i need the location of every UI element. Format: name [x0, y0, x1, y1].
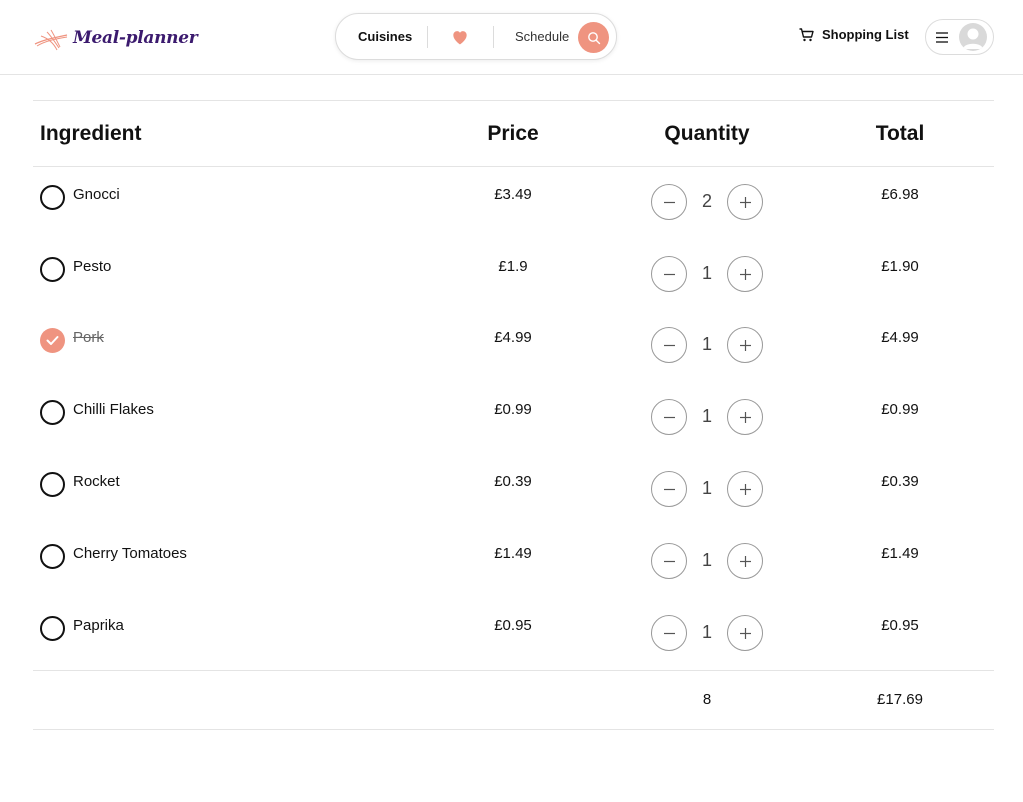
decrease-quantity-button[interactable] [651, 184, 687, 220]
minus-icon [663, 273, 675, 275]
search-bar: Cuisines Schedule [335, 13, 617, 60]
ingredient-name: Cherry Tomatoes [73, 545, 187, 562]
ingredient-price: £1.9 [498, 258, 528, 275]
item-checkbox[interactable] [40, 544, 65, 569]
line-total: £1.49 [881, 545, 919, 562]
search-icon [587, 31, 600, 44]
minus-icon [663, 344, 675, 346]
ingredient-name: Rocket [73, 473, 120, 490]
quantity-value: 1 [701, 622, 712, 642]
table-row: Cherry Tomatoes £1.49 1 £1.49 [33, 526, 994, 598]
plus-icon [739, 196, 751, 208]
minus-icon [663, 560, 675, 562]
ingredient-name: Chilli Flakes [73, 401, 154, 418]
divider [493, 26, 494, 48]
summary-row: 8 £17.69 [33, 670, 994, 730]
column-header-price: Price [487, 121, 539, 145]
item-checkbox[interactable] [40, 185, 65, 210]
table-row: Rocket £0.39 1 £0.39 [33, 454, 994, 526]
ingredient-name: Gnocci [73, 186, 120, 203]
ingredient-price: £0.99 [494, 401, 532, 418]
divider [427, 26, 428, 48]
line-total: £1.90 [881, 258, 919, 275]
minus-icon [663, 632, 675, 634]
decrease-quantity-button[interactable] [651, 543, 687, 579]
line-total: £0.39 [881, 473, 919, 490]
heart-icon [453, 31, 467, 45]
logo-text: Meal-planner [73, 28, 198, 48]
table-row: Pork £4.99 1 £4.99 [33, 310, 994, 382]
ingredient-name: Pork [73, 329, 104, 346]
grand-total: £17.69 [877, 691, 923, 708]
increase-quantity-button[interactable] [727, 184, 763, 220]
decrease-quantity-button[interactable] [651, 471, 687, 507]
table-row: Chilli Flakes £0.99 1 £0.99 [33, 382, 994, 454]
minus-icon [663, 416, 675, 418]
logo[interactable]: Meal-planner [33, 22, 198, 54]
plus-icon [739, 268, 751, 280]
plus-icon [739, 627, 751, 639]
line-total: £0.95 [881, 617, 919, 634]
quantity-value: 2 [701, 191, 712, 211]
search-button[interactable] [578, 22, 609, 53]
ingredient-price: £1.49 [494, 545, 532, 562]
column-header-quantity: Quantity [664, 121, 750, 145]
decrease-quantity-button[interactable] [651, 615, 687, 651]
cuisines-button[interactable]: Cuisines [358, 14, 412, 59]
quantity-value: 1 [701, 478, 712, 498]
shopping-list-label: Shopping List [822, 27, 909, 42]
ingredient-name: Pesto [73, 258, 112, 275]
total-quantity: 8 [702, 691, 712, 708]
hamburger-icon [936, 32, 948, 43]
line-total: £0.99 [881, 401, 919, 418]
decrease-quantity-button[interactable] [651, 256, 687, 292]
avatar [959, 23, 987, 51]
ingredient-price: £4.99 [494, 329, 532, 346]
table-row: Pesto £1.9 1 £1.90 [33, 239, 994, 311]
line-total: £4.99 [881, 329, 919, 346]
top-nav-bar: Meal-planner Cuisines Schedule Shopping … [0, 0, 1023, 75]
whisk-logo-icon [34, 29, 68, 51]
ingredient-price: £0.95 [494, 617, 532, 634]
quantity-value: 1 [701, 334, 712, 354]
table-header: Ingredient Price Quantity Total [33, 101, 994, 167]
item-checkbox[interactable] [40, 257, 65, 282]
schedule-button[interactable]: Schedule [515, 14, 569, 59]
increase-quantity-button[interactable] [727, 399, 763, 435]
plus-icon [739, 411, 751, 423]
user-avatar-icon [963, 28, 983, 49]
increase-quantity-button[interactable] [727, 615, 763, 651]
table-row: Gnocci £3.49 2 £6.98 [33, 167, 994, 239]
decrease-quantity-button[interactable] [651, 399, 687, 435]
plus-icon [739, 483, 751, 495]
quantity-value: 1 [701, 550, 712, 570]
increase-quantity-button[interactable] [727, 543, 763, 579]
minus-icon [663, 201, 675, 203]
item-checkbox[interactable] [40, 328, 65, 353]
plus-icon [739, 339, 751, 351]
shopping-list-link[interactable]: Shopping List [799, 27, 909, 42]
quantity-value: 1 [701, 263, 712, 283]
minus-icon [663, 488, 675, 490]
item-checkbox[interactable] [40, 616, 65, 641]
ingredient-price: £3.49 [494, 186, 532, 203]
plus-icon [739, 555, 751, 567]
column-header-total: Total [875, 121, 925, 145]
quantity-value: 1 [701, 406, 712, 426]
item-checkbox[interactable] [40, 400, 65, 425]
column-header-ingredient: Ingredient [40, 121, 142, 145]
increase-quantity-button[interactable] [727, 471, 763, 507]
line-total: £6.98 [881, 186, 919, 203]
ingredient-name: Paprika [73, 617, 124, 634]
user-menu-button[interactable] [925, 19, 994, 55]
checkmark-icon [46, 336, 59, 345]
increase-quantity-button[interactable] [727, 327, 763, 363]
cart-icon [799, 27, 814, 41]
ingredient-price: £0.39 [494, 473, 532, 490]
increase-quantity-button[interactable] [727, 256, 763, 292]
item-checkbox[interactable] [40, 472, 65, 497]
decrease-quantity-button[interactable] [651, 327, 687, 363]
favorites-button[interactable] [450, 27, 470, 47]
table-row: Paprika £0.95 1 £0.95 [33, 598, 994, 670]
